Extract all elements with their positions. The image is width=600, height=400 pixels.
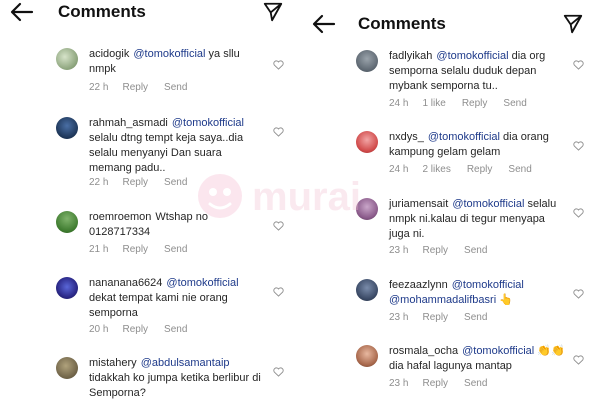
reply-button[interactable]: Reply [122,244,148,255]
avatar[interactable] [356,50,378,72]
avatar[interactable] [56,48,78,70]
avatar[interactable] [56,277,78,299]
comment-meta: 22 h Reply Send [89,82,203,93]
comment-username[interactable]: rosmala_ocha [389,345,458,357]
comment-username[interactable]: acidogik [89,48,129,60]
avatar[interactable] [56,357,78,379]
comment-username[interactable]: nananana6624 [89,277,162,289]
send-button[interactable]: Send [464,245,487,256]
comment-meta: 22 h Reply Send [89,177,203,188]
heart-icon[interactable] [273,60,284,70]
comment-mention[interactable]: @tomokofficial [452,279,524,291]
comments-header: Comments [0,0,292,26]
avatar[interactable] [356,198,378,220]
comment-meta: 24 h 1 like Reply Send [389,98,543,109]
comment-time: 20 h [89,324,109,335]
heart-icon[interactable] [273,287,284,297]
arrow-left-icon[interactable] [10,2,34,22]
comment-time: 23 h [389,245,409,256]
comment-time: 23 h [389,378,409,389]
send-button[interactable]: Send [164,82,187,93]
comments-panel-right: Comments fadlyikah @tomokofficial dia org… [300,0,600,400]
send-button[interactable]: Send [164,177,187,188]
reply-button[interactable]: Reply [122,82,148,93]
comment-username[interactable]: roemroemon [89,211,151,223]
heart-icon[interactable] [273,221,284,231]
reply-button[interactable]: Reply [422,378,448,389]
heart-icon[interactable] [573,355,584,365]
paper-plane-icon[interactable] [562,13,584,35]
comment-meta: 23 h Reply Send [389,312,503,323]
avatar[interactable] [56,117,78,139]
comment-time: 22 h [89,177,109,188]
send-button[interactable]: Send [464,312,487,323]
comment-meta: 21 h Reply Send [89,244,203,255]
comment-username[interactable]: mistahery [89,357,137,369]
avatar[interactable] [356,345,378,367]
reply-button[interactable]: Reply [122,324,148,335]
reply-button[interactable]: Reply [467,164,493,175]
heart-icon[interactable] [273,127,284,137]
comment-meta: 20 h Reply Send [89,324,203,335]
send-button[interactable]: Send [164,324,187,335]
avatar[interactable] [56,211,78,233]
comment-username[interactable]: fadlyikah [389,50,432,62]
reply-button[interactable]: Reply [122,177,148,188]
comment-mention[interactable]: @tomokofficial [462,345,534,357]
avatar[interactable] [356,131,378,153]
reply-button[interactable]: Reply [422,245,448,256]
comment-text: selalu dtng tempt keja saya..dia selalu … [89,132,244,174]
comment-time: 24 h [389,164,409,175]
comment-time: 24 h [389,98,409,109]
comment-mention[interactable]: @abdulsamantaip [141,357,230,369]
heart-icon[interactable] [573,289,584,299]
comment-mention[interactable]: @tomokofficial [133,48,205,60]
heart-icon[interactable] [573,60,584,70]
heart-icon[interactable] [573,208,584,218]
send-button[interactable]: Send [503,98,526,109]
page-title: Comments [358,14,446,33]
comment-time: 22 h [89,82,109,93]
comments-panel-left: Comments acidogik @tomokofficial ya sllu … [0,0,292,400]
comment-time: 21 h [89,244,109,255]
comment-mention[interactable]: @tomokofficial [166,277,238,289]
heart-icon[interactable] [573,141,584,151]
comment-meta: 23 h Reply Send [389,245,503,256]
comment-username[interactable]: nxdys_ [389,131,424,143]
comment-mention[interactable]: @tomokofficial [452,198,524,210]
heart-icon[interactable] [273,367,284,377]
like-count[interactable]: 1 like [422,98,445,109]
comment-text: tidakkah ko jumpa ketika berlibur di Sem… [89,372,261,399]
send-button[interactable]: Send [464,378,487,389]
send-button[interactable]: Send [508,164,531,175]
arrow-left-icon[interactable] [312,14,336,34]
page-title: Comments [58,2,146,21]
comment-text: dekat tempat kami nie orang semporna [89,292,228,319]
comment-mention[interactable]: @tomokofficial [172,117,244,129]
comment-username[interactable]: juriamensait [389,198,448,210]
like-count[interactable]: 2 likes [422,164,450,175]
reply-button[interactable]: Reply [462,98,488,109]
reply-button[interactable]: Reply [422,312,448,323]
comment-mention[interactable]: @tomokofficial [428,131,500,143]
comment-text[interactable]: @mohammadalifbasri 👆 [389,294,513,306]
comment-meta: 23 h Reply Send [389,378,503,389]
comments-header: Comments [300,12,600,38]
comment-username[interactable]: feezaazlynn [389,279,448,291]
comment-username[interactable]: rahmah_asmadi [89,117,168,129]
comment-time: 23 h [389,312,409,323]
comment-mention[interactable]: @tomokofficial [436,50,508,62]
avatar[interactable] [356,279,378,301]
comment-meta: 24 h 2 likes Reply Send [389,164,548,175]
paper-plane-icon[interactable] [262,1,284,23]
send-button[interactable]: Send [164,244,187,255]
